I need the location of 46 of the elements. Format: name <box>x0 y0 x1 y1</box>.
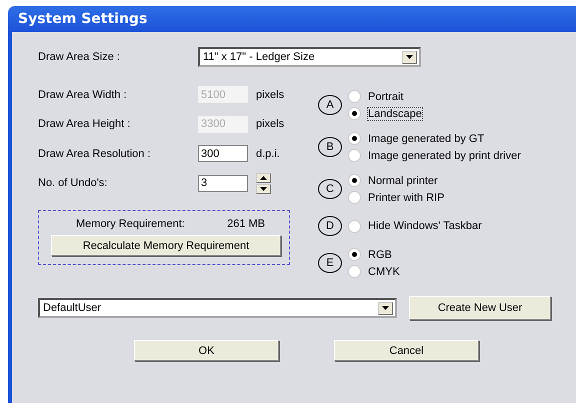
unit-label: d.p.i. <box>256 148 280 160</box>
field-label: No. of Undo's: <box>38 177 108 190</box>
input-field[interactable]: 3 <box>198 174 248 192</box>
radio-label[interactable]: Normal printer <box>367 174 439 188</box>
group-letter: B <box>318 137 342 157</box>
radio-button[interactable] <box>348 132 361 145</box>
field-label: Draw Area Size : <box>38 51 121 63</box>
radio-button[interactable] <box>348 107 361 120</box>
spin-up-button[interactable] <box>256 172 271 183</box>
group-letter: A <box>318 95 342 115</box>
unit-label: pixels <box>256 88 284 101</box>
memory-label: Memory Requirement: <box>76 218 185 230</box>
group-letter: C <box>318 179 342 199</box>
user-dropdown[interactable]: DefaultUser <box>38 298 397 318</box>
up-arrow-icon <box>260 176 267 180</box>
radio-button[interactable] <box>348 149 361 162</box>
radio-label[interactable]: Image generated by print driver <box>367 148 522 162</box>
window-title: System Settings <box>18 11 148 27</box>
spin-down-button[interactable] <box>256 184 271 194</box>
input-field[interactable]: 300 <box>198 145 248 162</box>
radio-label[interactable]: Printer with RIP <box>367 190 446 204</box>
dialog-button[interactable]: Cancel <box>334 340 479 361</box>
radio-button[interactable] <box>348 174 361 187</box>
down-arrow-icon <box>260 186 267 191</box>
field-label: Draw Area Width : <box>38 88 128 101</box>
radio-button[interactable] <box>348 191 361 204</box>
radio-button[interactable] <box>348 248 361 261</box>
radio-button[interactable] <box>348 220 361 232</box>
size-dropdown[interactable]: 11" x 17" - Ledger Size <box>198 47 421 67</box>
radio-label[interactable]: Hide Windows' Taskbar <box>367 219 483 233</box>
radio-label[interactable]: Landscape <box>367 106 423 120</box>
radio-label[interactable]: CMYK <box>367 264 401 278</box>
radio-label[interactable]: RGB <box>367 248 393 262</box>
group-letter: D <box>318 216 342 236</box>
field-label: Draw Area Resolution : <box>38 148 152 160</box>
radio-button[interactable] <box>348 90 361 103</box>
unit-label: pixels <box>256 118 284 130</box>
dialog-button[interactable]: OK <box>134 340 279 361</box>
recalculate-button[interactable]: Recalculate Memory Requirement <box>51 235 281 256</box>
radio-button[interactable] <box>348 265 361 278</box>
radio-label[interactable]: Image generated by GT <box>367 132 486 146</box>
radio-label[interactable]: Portrait <box>367 90 404 104</box>
field-label: Draw Area Height : <box>38 118 132 130</box>
create-user-button[interactable]: Create New User <box>409 296 551 320</box>
group-letter: E <box>318 253 342 273</box>
memory-value: 261 MB <box>227 218 265 230</box>
